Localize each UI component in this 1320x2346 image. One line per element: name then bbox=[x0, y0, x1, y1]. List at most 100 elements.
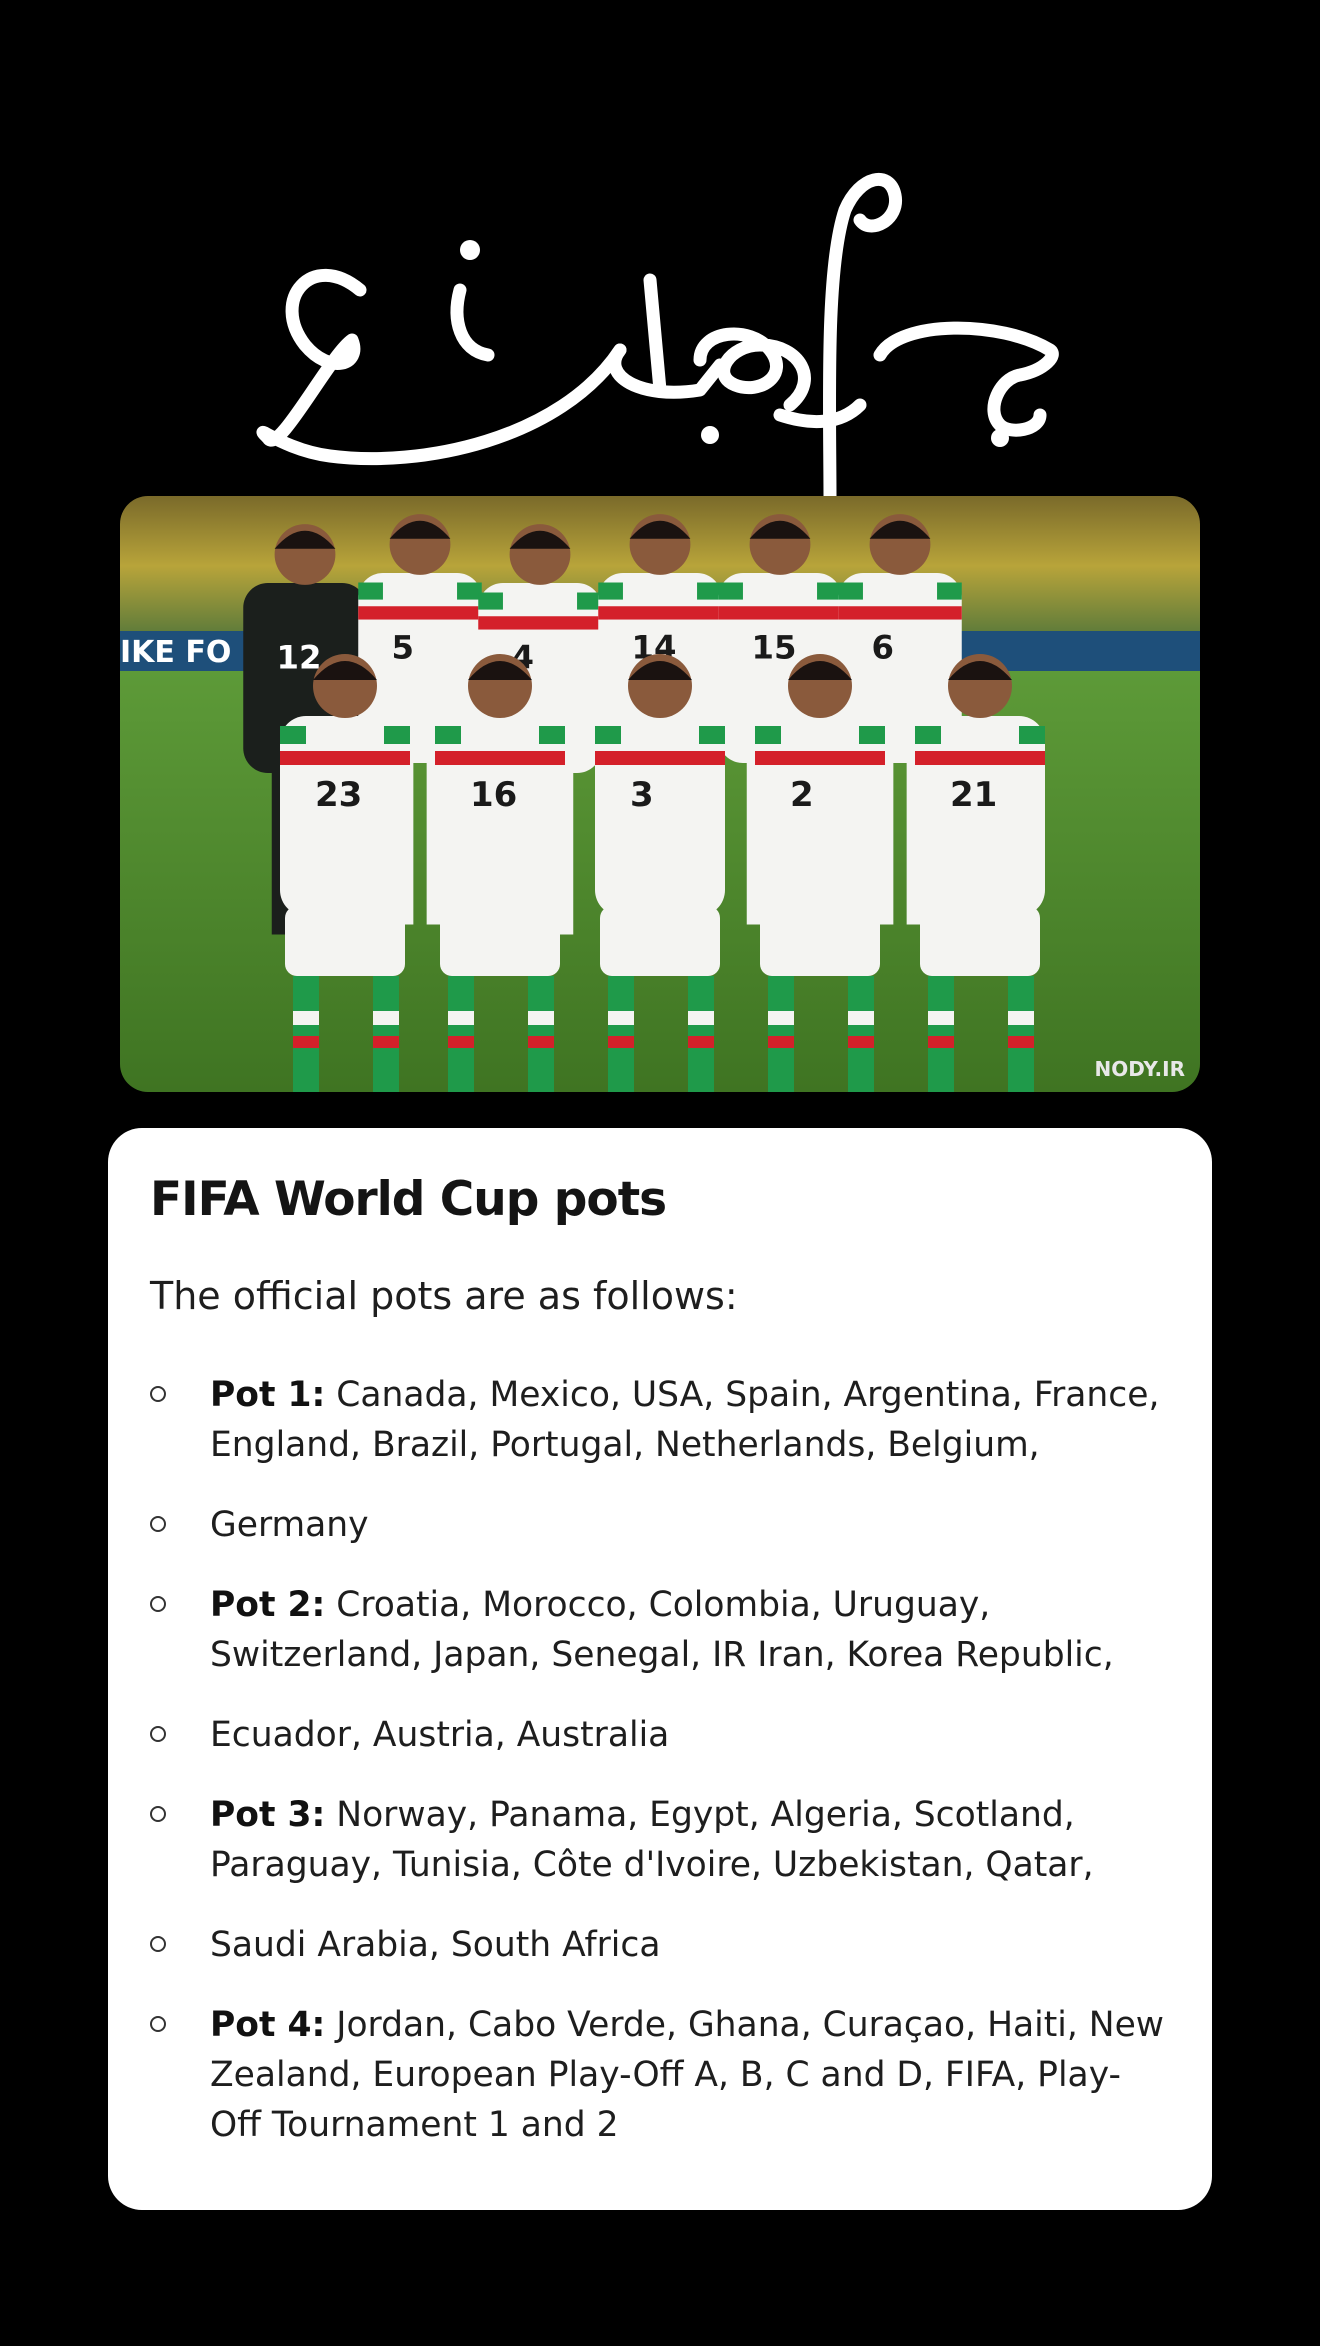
shirt-stripe bbox=[435, 751, 565, 765]
shirt-stripe bbox=[838, 606, 962, 620]
team-photo-art: IKE FO 12 5 4 14 15 623 16 3 2 21 NODY.IR bbox=[120, 496, 1200, 1092]
player-shorts bbox=[600, 906, 720, 976]
bullet-icon bbox=[150, 1935, 166, 1952]
jersey-number: 12 bbox=[277, 639, 322, 677]
bullet-icon bbox=[150, 1805, 166, 1822]
player-shorts bbox=[760, 906, 880, 976]
player-sock-stripe bbox=[293, 1011, 319, 1025]
list-item: Pot 1: Canada, Mexico, USA, Spain, Argen… bbox=[150, 1370, 1172, 1470]
list-item: Pot 3: Norway, Panama, Egypt, Algeria, S… bbox=[150, 1790, 1172, 1890]
shirt-shoulder bbox=[435, 726, 461, 744]
shirt-shoulder bbox=[859, 726, 885, 744]
jersey-number: 2 bbox=[790, 775, 814, 815]
card-title: FIFA World Cup pots bbox=[150, 1172, 667, 1227]
shirt-stripe bbox=[478, 616, 602, 630]
player-shirt bbox=[280, 716, 410, 916]
pot-label: Pot 4: bbox=[210, 2004, 326, 2045]
jersey-number: 5 bbox=[392, 629, 414, 667]
player-sock bbox=[848, 976, 874, 1092]
player-sock-stripe bbox=[373, 1036, 399, 1048]
shirt-stripe bbox=[755, 751, 885, 765]
shirt-shoulder bbox=[838, 582, 863, 600]
pot-countries: Croatia, Morocco, Colombia, Uruguay, Swi… bbox=[210, 1584, 1114, 1675]
card-intro: The official pots are as follows: bbox=[150, 1274, 738, 1319]
player-sock bbox=[448, 976, 474, 1092]
player-sock bbox=[928, 976, 954, 1092]
pot-countries: Saudi Arabia, South Africa bbox=[210, 1924, 661, 1965]
shirt-stripe bbox=[358, 606, 482, 620]
pot-list: Pot 1: Canada, Mexico, USA, Spain, Argen… bbox=[150, 1370, 1172, 2150]
player-sock-stripe bbox=[448, 1011, 474, 1025]
list-item: Pot 2: Croatia, Morocco, Colombia, Urugu… bbox=[150, 1580, 1172, 1680]
title-lettering bbox=[0, 150, 1320, 510]
player-sock-stripe bbox=[1008, 1036, 1034, 1048]
player-sock-stripe bbox=[768, 1011, 794, 1025]
player-sock-stripe bbox=[293, 1036, 319, 1048]
shirt-stripe bbox=[915, 751, 1045, 765]
player-sock-stripe bbox=[688, 1036, 714, 1048]
player-sock bbox=[768, 976, 794, 1092]
shirt-shoulder bbox=[699, 726, 725, 744]
pots-card: FIFA World Cup pots The official pots ar… bbox=[108, 1128, 1212, 2210]
pot-countries: Ecuador, Austria, Australia bbox=[210, 1714, 670, 1755]
pot-countries: Norway, Panama, Egypt, Algeria, Scotland… bbox=[210, 1794, 1094, 1885]
player-sock-stripe bbox=[768, 1036, 794, 1048]
pot-label: Pot 1: bbox=[210, 1374, 326, 1415]
shirt-shoulder bbox=[718, 582, 743, 600]
shirt-stripe bbox=[595, 751, 725, 765]
player-shirt bbox=[755, 716, 885, 916]
list-item: Ecuador, Austria, Australia bbox=[150, 1710, 1172, 1760]
list-item: Germany bbox=[150, 1500, 1172, 1550]
pot-label: Pot 2: bbox=[210, 1584, 326, 1625]
player-shirt bbox=[595, 716, 725, 916]
player-sock-stripe bbox=[688, 1011, 714, 1025]
player-shirt bbox=[915, 716, 1045, 916]
pot-countries: Germany bbox=[210, 1504, 369, 1545]
shirt-shoulder bbox=[755, 726, 781, 744]
jersey-number: 15 bbox=[752, 629, 797, 667]
player-sock bbox=[688, 976, 714, 1092]
title-lettering-art bbox=[256, 172, 1059, 507]
player-sock bbox=[528, 976, 554, 1092]
jersey-number: 23 bbox=[315, 775, 362, 815]
pot-label: Pot 3: bbox=[210, 1794, 326, 1835]
list-item: Saudi Arabia, South Africa bbox=[150, 1920, 1172, 1970]
player-sock-stripe bbox=[448, 1036, 474, 1048]
list-item: Pot 4: Jordan, Cabo Verde, Ghana, Curaça… bbox=[150, 2000, 1172, 2150]
shirt-shoulder bbox=[915, 726, 941, 744]
jersey-number: 3 bbox=[630, 775, 654, 815]
shirt-shoulder bbox=[457, 582, 482, 600]
shirt-shoulder bbox=[280, 726, 306, 744]
player-sock-stripe bbox=[608, 1011, 634, 1025]
player-shorts bbox=[285, 906, 405, 976]
shirt-shoulder bbox=[577, 592, 602, 610]
player-sock-stripe bbox=[608, 1036, 634, 1048]
bullet-icon bbox=[150, 1725, 166, 1742]
shirt-shoulder bbox=[358, 582, 383, 600]
player-sock bbox=[1008, 976, 1034, 1092]
shirt-shoulder bbox=[598, 582, 623, 600]
shirt-stripe bbox=[718, 606, 842, 620]
player-shirt bbox=[435, 716, 565, 916]
bullet-icon bbox=[150, 1385, 166, 1402]
shirt-shoulder bbox=[539, 726, 565, 744]
banner-text: IKE FO bbox=[120, 635, 231, 670]
player-shorts bbox=[920, 906, 1040, 976]
player-sock-stripe bbox=[928, 1036, 954, 1048]
bullet-icon bbox=[150, 1595, 166, 1612]
shirt-shoulder bbox=[478, 592, 503, 610]
shirt-shoulder bbox=[697, 582, 722, 600]
shirt-stripe bbox=[280, 751, 410, 765]
player-sock bbox=[293, 976, 319, 1092]
player-sock bbox=[373, 976, 399, 1092]
watermark: NODY.IR bbox=[1095, 1057, 1186, 1081]
jersey-number: 6 bbox=[872, 629, 894, 667]
player-sock-stripe bbox=[528, 1036, 554, 1048]
player-shorts bbox=[440, 906, 560, 976]
shirt-stripe bbox=[598, 606, 722, 620]
jersey-number: 16 bbox=[470, 775, 517, 815]
player-sock bbox=[608, 976, 634, 1092]
shirt-shoulder bbox=[595, 726, 621, 744]
bullet-icon bbox=[150, 2015, 166, 2032]
pot-countries: Jordan, Cabo Verde, Ghana, Curaçao, Hait… bbox=[210, 2004, 1165, 2145]
